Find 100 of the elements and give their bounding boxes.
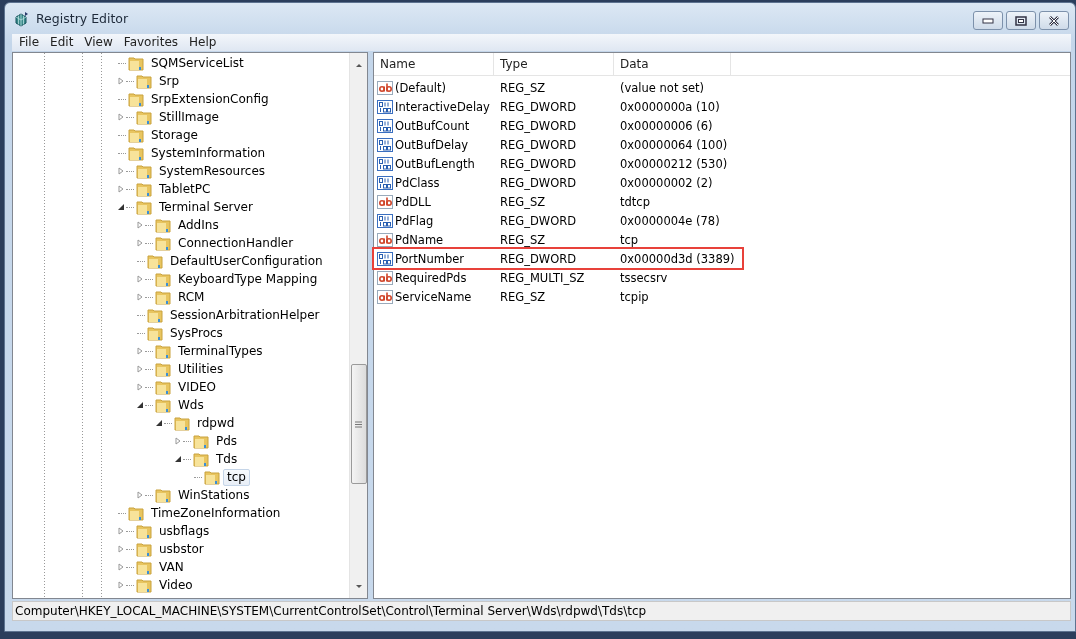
column-header[interactable]: Name: [374, 53, 494, 76]
tree-node[interactable]: SystemResources: [155, 162, 270, 180]
value-name[interactable]: OutBufLength: [395, 156, 475, 171]
tree-node[interactable]: tcp: [223, 468, 250, 486]
expanded-arrow-icon[interactable]: [117, 203, 125, 211]
folder-icon: [128, 127, 144, 143]
tree-node[interactable]: Tds: [212, 450, 242, 468]
folder-icon: [147, 325, 163, 341]
expanded-arrow-icon[interactable]: [136, 401, 144, 409]
collapsed-arrow-icon[interactable]: [117, 527, 125, 535]
maximize-button[interactable]: [1006, 11, 1036, 30]
collapsed-arrow-icon[interactable]: [117, 77, 125, 85]
tree-node[interactable]: RCM: [174, 288, 209, 306]
folder-icon: [136, 163, 152, 179]
collapsed-arrow-icon[interactable]: [117, 563, 125, 571]
value-name[interactable]: PortNumber: [395, 251, 464, 266]
tree-node[interactable]: VIDEO: [174, 378, 220, 396]
column-header[interactable]: Data: [614, 53, 731, 76]
expanded-arrow-icon[interactable]: [155, 419, 163, 427]
tree-node[interactable]: AddIns: [174, 216, 223, 234]
tree-node[interactable]: SrpExtensionConfig: [147, 90, 273, 108]
collapsed-arrow-icon[interactable]: [117, 167, 125, 175]
tree-node[interactable]: KeyboardType Mapping: [174, 270, 322, 288]
value-name[interactable]: RequiredPds: [395, 270, 467, 285]
tree-node[interactable]: SystemInformation: [147, 144, 270, 162]
collapsed-arrow-icon[interactable]: [136, 491, 144, 499]
tree-node[interactable]: SysProcs: [166, 324, 227, 342]
collapsed-arrow-icon[interactable]: [136, 347, 144, 355]
close-button[interactable]: [1039, 11, 1069, 30]
value-data: (value not set): [620, 80, 705, 95]
collapsed-arrow-icon[interactable]: [117, 545, 125, 553]
tree-node[interactable]: Storage: [147, 126, 202, 144]
tree-node[interactable]: Wds: [174, 396, 208, 414]
menu-item[interactable]: Favorites: [119, 34, 186, 51]
value-type: REG_DWORD: [500, 213, 577, 228]
folder-icon: [155, 271, 171, 287]
tree-node[interactable]: Pds: [212, 432, 242, 450]
value-name[interactable]: PdClass: [395, 175, 440, 190]
folder-icon: [155, 217, 171, 233]
collapsed-arrow-icon[interactable]: [136, 221, 144, 229]
tree-node[interactable]: Video: [155, 576, 197, 594]
binary-value-icon: [377, 212, 393, 229]
folder-icon: [155, 361, 171, 377]
menu-item[interactable]: Help: [185, 34, 224, 51]
value-name[interactable]: PdFlag: [395, 213, 434, 228]
tree-node[interactable]: usbstor: [155, 540, 208, 558]
expanded-arrow-icon[interactable]: [174, 455, 182, 463]
value-name[interactable]: OutBufCount: [395, 118, 470, 133]
value-data: 0x00000064 (100): [620, 137, 728, 152]
collapsed-arrow-icon[interactable]: [174, 437, 182, 445]
tree-node[interactable]: DefaultUserConfiguration: [166, 252, 327, 270]
collapsed-arrow-icon[interactable]: [117, 185, 125, 193]
tree-node[interactable]: TerminalTypes: [174, 342, 267, 360]
collapsed-arrow-icon[interactable]: [136, 365, 144, 373]
collapsed-arrow-icon[interactable]: [136, 383, 144, 391]
menu-item[interactable]: Edit: [46, 34, 81, 51]
tree-node[interactable]: TabletPC: [155, 180, 215, 198]
collapsed-arrow-icon[interactable]: [117, 113, 125, 121]
menu-item[interactable]: View: [80, 34, 120, 51]
vertical-scrollbar[interactable]: [349, 53, 367, 598]
value-name[interactable]: ServiceName: [395, 289, 472, 304]
value-name[interactable]: PdDLL: [395, 194, 431, 209]
value-name[interactable]: PdName: [395, 232, 444, 247]
folder-icon: [136, 181, 152, 197]
scroll-thumb[interactable]: [350, 364, 367, 484]
value-type: REG_SZ: [500, 289, 546, 304]
tree-node[interactable]: VAN: [155, 558, 188, 576]
value-data: tssecsrv: [620, 270, 668, 285]
value-name[interactable]: (Default): [395, 80, 446, 95]
collapsed-arrow-icon[interactable]: [136, 293, 144, 301]
value-data: 0x00000d3d (3389): [620, 251, 735, 266]
tree-node[interactable]: TimeZoneInformation: [147, 504, 285, 522]
string-value-icon: [377, 193, 393, 210]
value-name[interactable]: InteractiveDelay: [395, 99, 490, 114]
folder-icon: [155, 289, 171, 305]
tree-node[interactable]: ConnectionHandler: [174, 234, 298, 252]
tree-node[interactable]: SessionArbitrationHelper: [166, 306, 324, 324]
column-header[interactable]: Type: [494, 53, 614, 76]
string-value-icon: [377, 79, 393, 96]
tree-node[interactable]: Srp: [155, 72, 184, 90]
value-type: REG_DWORD: [500, 156, 577, 171]
tree-node[interactable]: usbflags: [155, 522, 214, 540]
collapsed-arrow-icon[interactable]: [136, 275, 144, 283]
tree-node[interactable]: WinStations: [174, 486, 254, 504]
menu-item[interactable]: File: [15, 34, 47, 51]
folder-icon: [136, 109, 152, 125]
value-type: REG_SZ: [500, 194, 546, 209]
folder-icon: [155, 343, 171, 359]
tree-node[interactable]: Utilities: [174, 360, 228, 378]
folder-icon: [128, 55, 144, 71]
tree-node[interactable]: StillImage: [155, 108, 223, 126]
value-name[interactable]: OutBufDelay: [395, 137, 469, 152]
value-data: 0x0000000a (10): [620, 99, 720, 114]
collapsed-arrow-icon[interactable]: [117, 581, 125, 589]
tree-node[interactable]: Terminal Server: [155, 198, 257, 216]
collapsed-arrow-icon[interactable]: [136, 239, 144, 247]
tree-node[interactable]: SQMServiceList: [147, 54, 248, 72]
tree-node[interactable]: rdpwd: [193, 414, 239, 432]
string-value-icon: [377, 231, 393, 248]
folder-icon: [155, 487, 171, 503]
